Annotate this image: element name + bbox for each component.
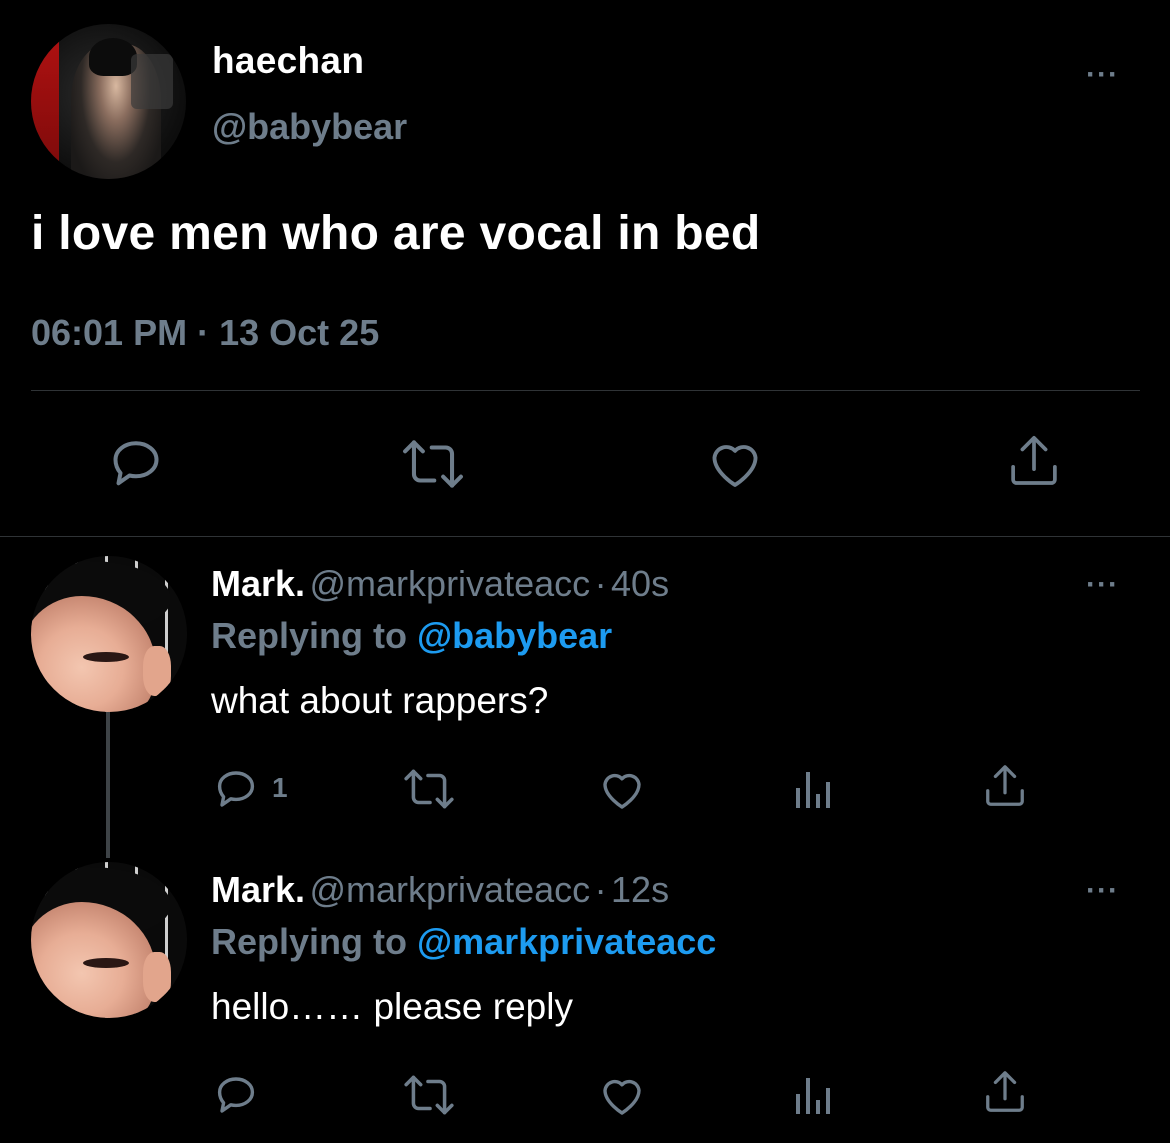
tweet-date: 13 Oct 25 (219, 312, 380, 353)
share-icon[interactable] (982, 1068, 1028, 1116)
reply-author-name[interactable]: Mark. (211, 869, 305, 910)
reply-header: Mark. @markprivateacc · 12s (211, 869, 669, 911)
analytics-icon[interactable] (794, 766, 834, 810)
replying-to-mention[interactable]: @babybear (417, 615, 612, 656)
more-options-icon[interactable]: ··· (1086, 570, 1119, 600)
tweet-time: 06:01 PM (31, 312, 188, 353)
reply-header: Mark. @markprivateacc · 40s (211, 563, 669, 605)
author-handle[interactable]: @babybear (212, 106, 407, 148)
reply-author-handle[interactable]: @markprivateacc (310, 563, 591, 604)
author-name[interactable]: haechan (212, 40, 364, 82)
tweet-timestamp[interactable]: 06:01 PM · 13 Oct 25 (31, 312, 379, 354)
reply-text: what about rappers? (211, 680, 549, 721)
divider (31, 390, 1140, 391)
replying-to-label: Replying to (211, 615, 407, 656)
like-icon[interactable] (706, 434, 764, 490)
avatar-eye (83, 652, 129, 662)
reply-meta-separator: · (594, 563, 607, 604)
author-avatar[interactable] (31, 24, 186, 179)
reply-author-handle[interactable]: @markprivateacc (310, 869, 591, 910)
reply-text: hello…… please reply (211, 986, 573, 1027)
thread-connector (106, 712, 110, 858)
like-icon[interactable] (598, 1071, 646, 1117)
reply-count: 1 (272, 772, 288, 803)
retweet-icon[interactable] (402, 1072, 456, 1118)
reply-author-name[interactable]: Mark. (211, 563, 305, 604)
replying-to-mention[interactable]: @markprivateacc (417, 921, 716, 962)
replying-to-label: Replying to (211, 921, 407, 962)
share-icon[interactable] (1006, 432, 1062, 490)
reply-icon[interactable] (212, 1070, 260, 1118)
avatar-ear (143, 646, 171, 696)
avatar-phone (131, 54, 173, 109)
analytics-icon[interactable] (794, 1072, 834, 1116)
reply-author-avatar[interactable] (31, 862, 187, 1018)
avatar-background (31, 24, 59, 179)
reply-icon[interactable] (212, 764, 260, 812)
like-icon[interactable] (598, 765, 646, 811)
divider (0, 536, 1170, 537)
reply-age[interactable]: 12s (611, 869, 669, 910)
more-options-icon[interactable]: ··· (1086, 876, 1119, 906)
reply-meta-separator: · (594, 869, 607, 910)
avatar-hair (89, 38, 137, 76)
reply-author-avatar[interactable] (31, 556, 187, 712)
timestamp-separator: · (197, 312, 210, 353)
avatar-eye (83, 958, 129, 968)
tweet-text: i love men who are vocal in bed (31, 207, 761, 260)
avatar-ear (143, 952, 171, 1002)
replying-to: Replying to @babybear (211, 615, 612, 657)
reply-icon[interactable] (106, 432, 166, 492)
reply-age[interactable]: 40s (611, 563, 669, 604)
replying-to: Replying to @markprivateacc (211, 921, 716, 963)
share-icon[interactable] (982, 762, 1028, 810)
retweet-icon[interactable] (400, 436, 466, 492)
retweet-icon[interactable] (402, 766, 456, 812)
more-options-icon[interactable]: ··· (1086, 60, 1119, 90)
